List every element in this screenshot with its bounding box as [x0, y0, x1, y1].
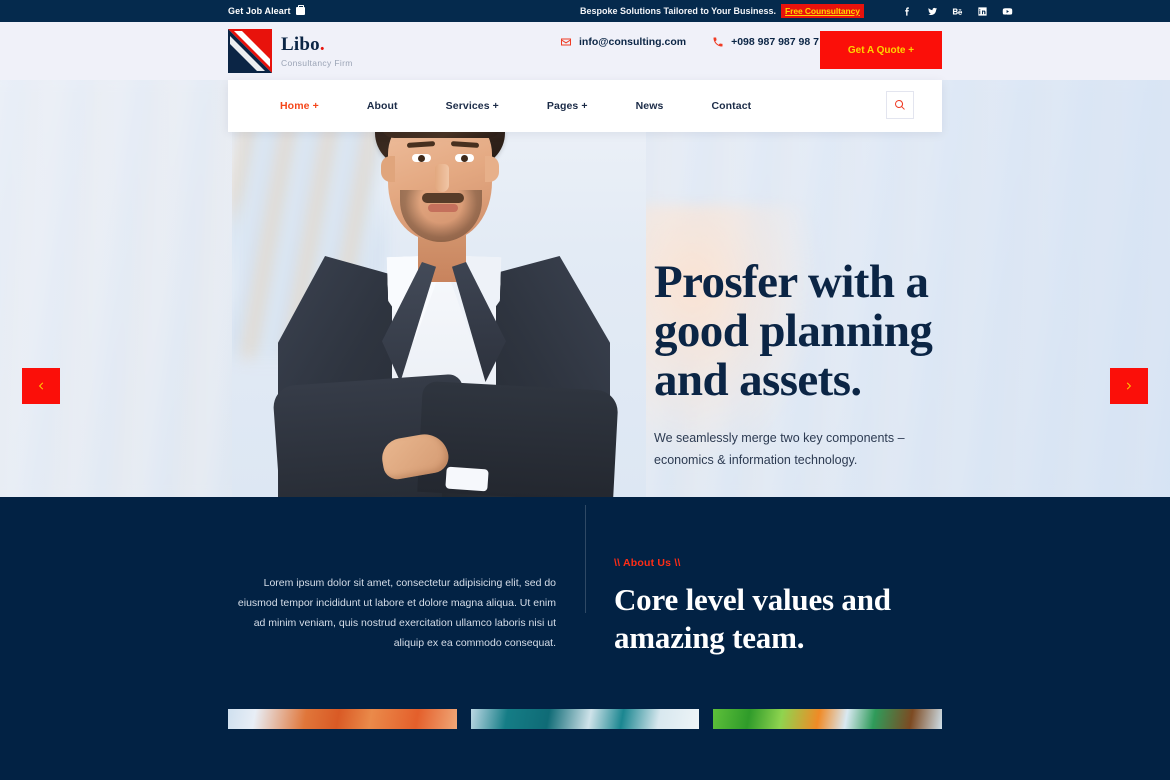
linkedin-icon[interactable] [977, 6, 988, 17]
hero-subtitle: We seamlessly merge two key components –… [654, 427, 954, 471]
nav-item-news[interactable]: News [612, 100, 688, 112]
nav-item-contact[interactable]: Contact [687, 100, 775, 112]
header-contact: info@consulting.com +098 987 987 98 7 [560, 36, 819, 48]
phone-text: +098 987 987 98 7 [731, 36, 819, 48]
top-bar-tagline: Bespoke Solutions Tailored to Your Busin… [580, 6, 777, 16]
twitter-icon[interactable] [927, 6, 938, 17]
about-divider [585, 505, 586, 613]
job-alert-link[interactable]: Get Job Aleart [228, 0, 305, 22]
libo-logo-mark-icon [228, 29, 272, 73]
free-consultancy-link[interactable]: Free Counsultancy [781, 4, 864, 18]
team-card-2[interactable] [470, 709, 700, 729]
chevron-right-icon [1126, 382, 1132, 390]
get-a-quote-button[interactable]: Get A Quote + [820, 31, 942, 69]
nav-item-about[interactable]: About [343, 100, 422, 112]
main-navigation: Home + About Services + Pages + News Con… [228, 80, 942, 132]
about-cards [228, 709, 943, 729]
search-button[interactable] [886, 91, 914, 119]
about-tag: \\ About Us \\ [614, 557, 681, 569]
behance-icon[interactable] [952, 6, 963, 17]
email-text: info@consulting.com [579, 36, 687, 48]
about-heading-line-2: amazing team. [614, 620, 805, 655]
site-header: Libo. Consultancy Firm info@consulting.c… [0, 22, 1170, 80]
email-link[interactable]: info@consulting.com [560, 36, 686, 48]
logo[interactable]: Libo. Consultancy Firm [228, 29, 353, 73]
phone-link[interactable]: +098 987 987 98 7 [712, 36, 819, 48]
hero-subtitle-line-2: economics & information technology. [654, 453, 858, 467]
hero-slider: Prosfer with a good planning and assets.… [0, 80, 1170, 497]
hero-title-line-3: and assets. [654, 354, 862, 406]
about-paragraph: Lorem ipsum dolor sit amet, consectetur … [237, 577, 556, 649]
about-section: Lorem ipsum dolor sit amet, consectetur … [0, 497, 1170, 780]
slider-next-button[interactable] [1110, 368, 1148, 404]
slider-prev-button[interactable] [22, 368, 60, 404]
logo-name: Libo. [281, 33, 325, 55]
facebook-icon[interactable] [902, 6, 913, 17]
briefcase-icon [295, 4, 305, 15]
hero-businessman-photo [232, 80, 646, 497]
social-links [902, 6, 1013, 17]
youtube-icon[interactable] [1002, 6, 1013, 17]
job-alert-label: Get Job Aleart [228, 6, 291, 16]
nav-item-home[interactable]: Home + [256, 100, 343, 112]
team-card-1[interactable] [228, 709, 457, 729]
hero-title: Prosfer with a good planning and assets. [654, 258, 954, 405]
top-bar: Get Job Aleart Bespoke Solutions Tailore… [0, 0, 1170, 22]
phone-icon [713, 37, 723, 47]
logo-text: Libo. Consultancy Firm [281, 35, 353, 68]
nav-item-services[interactable]: Services + [422, 100, 523, 112]
envelope-icon [561, 38, 571, 46]
about-paragraph-column: Lorem ipsum dolor sit amet, consectetur … [228, 497, 584, 697]
hero-content: Prosfer with a good planning and assets.… [654, 258, 954, 497]
about-heading-line-1: Core level values and [614, 582, 891, 617]
hero-subtitle-line-1: We seamlessly merge two key components – [654, 431, 905, 445]
team-card-3[interactable] [713, 709, 943, 729]
hero-title-line-2: good planning [654, 305, 933, 357]
about-heading: Core level values and amazing team. [614, 581, 942, 657]
search-icon [895, 99, 905, 110]
nav-list: Home + About Services + Pages + News Con… [256, 100, 775, 112]
chevron-left-icon [38, 382, 44, 390]
businessman-figure [232, 80, 646, 497]
logo-tagline: Consultancy Firm [281, 57, 353, 68]
nav-item-pages[interactable]: Pages + [523, 100, 612, 112]
header-inner: Libo. Consultancy Firm info@consulting.c… [228, 22, 942, 80]
about-heading-column: \\ About Us \\ Core level values and ama… [584, 497, 942, 697]
hero-title-line-1: Prosfer with a [654, 256, 929, 308]
top-bar-right: Bespoke Solutions Tailored to Your Busin… [580, 0, 1013, 22]
